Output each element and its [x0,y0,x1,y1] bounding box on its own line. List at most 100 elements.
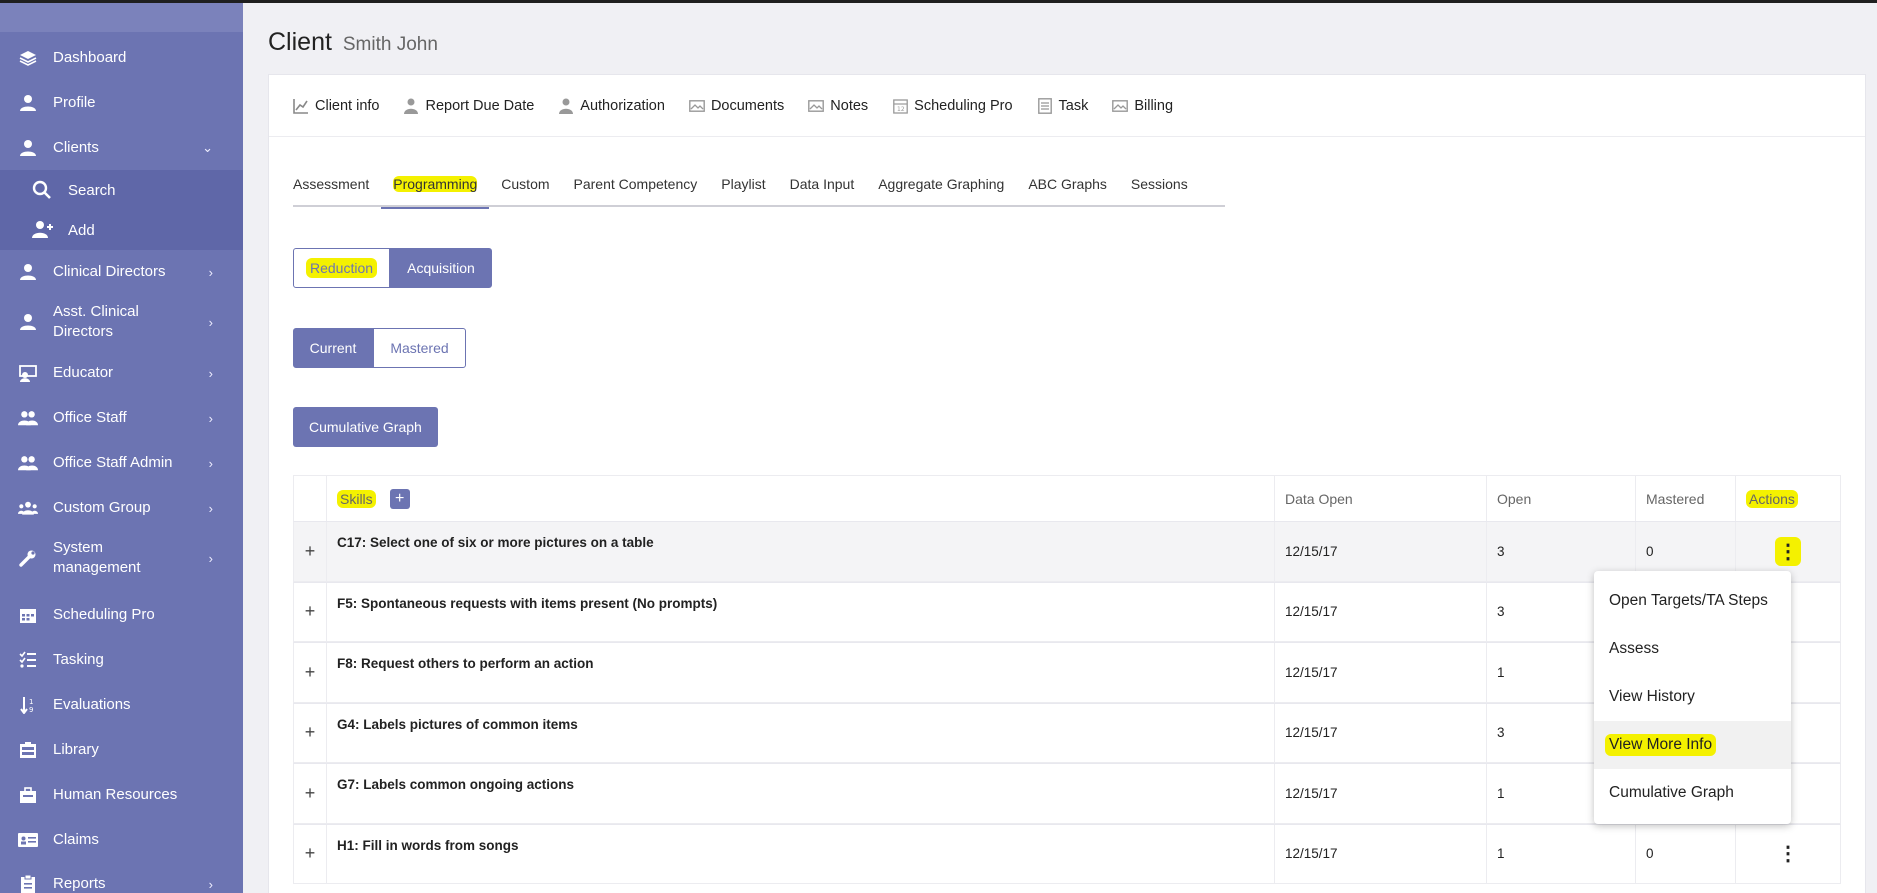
chevron-right-icon: › [208,500,213,516]
data-open-date: 12/15/17 [1275,522,1487,581]
id-card-icon [18,830,38,850]
nav-label: Billing [1134,97,1174,114]
search-icon [32,180,52,200]
current-button[interactable]: Current [293,328,373,368]
sidebar-item-dashboard[interactable]: Dashboard [0,39,243,77]
group-icon [18,498,38,518]
client-nav: Client info Report Due Date Authorizatio… [269,75,1865,137]
teacher-icon [18,363,38,383]
data-open-date: 12/15/17 [1275,643,1487,702]
more-actions-icon[interactable]: ⋮ [1736,825,1840,884]
sidebar-item-evaluations[interactable]: 19 Evaluations [0,686,243,724]
nav-task[interactable]: Task [1037,97,1088,114]
status-toggle: Current Mastered [293,328,466,368]
more-actions-icon[interactable]: ⋮ [1775,536,1801,566]
sidebar-item-office-staff[interactable]: Office Staff › [0,399,243,437]
tab-assessment[interactable]: Assessment [293,171,381,207]
header-open: Open [1487,476,1636,521]
sidebar-item-human-resources[interactable]: Human Resources [0,776,243,814]
sidebar-item-label: Office Staff Admin [53,454,173,471]
tab-abc-graphs[interactable]: ABC Graphs [1016,171,1119,207]
tab-playlist[interactable]: Playlist [709,171,777,207]
sidebar-item-profile[interactable]: Profile [0,84,243,122]
cumulative-graph-button[interactable]: Cumulative Graph [293,407,438,447]
tab-aggregate-graphing[interactable]: Aggregate Graphing [866,171,1016,207]
menu-item-assess[interactable]: Assess [1594,625,1791,673]
menu-item-label: View More Info [1605,734,1717,756]
tab-custom[interactable]: Custom [489,171,561,207]
menu-item-open-targets[interactable]: Open Targets/TA Steps [1594,577,1791,625]
sidebar-item-asst-clinical-directors[interactable]: Asst. Clinical Directors › [0,298,243,346]
data-open-date: 12/15/17 [1275,824,1487,883]
expand-row-button[interactable]: + [294,764,327,823]
nav-scheduling-pro[interactable]: 12 Scheduling Pro [892,98,1013,114]
library-icon [18,740,38,760]
sidebar-item-label: Profile [53,94,96,111]
sidebar-item-label: Human Resources [53,786,178,803]
menu-item-view-more-info[interactable]: View More Info [1594,721,1791,769]
sidebar-item-label: Tasking [53,651,104,668]
table-header: Skills + Data Open Open Mastered Actions [293,475,1841,521]
sidebar-subitem-add[interactable]: Add [0,210,243,250]
header-skills: Skills + [327,476,1275,521]
sidebar-item-clinical-directors[interactable]: Clinical Directors › [0,253,243,291]
nav-label: Notes [830,97,869,114]
header-mastered: Mastered [1636,476,1736,521]
client-name: Smith John [342,34,438,55]
expand-row-button[interactable]: + [294,582,327,641]
nav-billing[interactable]: Billing [1112,98,1173,114]
sidebar-item-label: Clients [53,139,99,156]
menu-item-cumulative-graph[interactable]: Cumulative Graph [1594,769,1791,817]
list-icon [1037,97,1053,114]
data-open-date: 12/15/17 [1275,764,1487,823]
image-icon [1112,98,1129,114]
expand-row-button[interactable]: + [294,643,327,702]
nav-authorization[interactable]: Authorization [558,98,665,114]
person-icon [558,98,574,114]
tab-parent-competency[interactable]: Parent Competency [562,171,710,207]
sidebar-item-library[interactable]: Library [0,731,243,769]
header-actions: Actions [1736,476,1840,521]
user-tie-icon [18,262,38,282]
skill-name: F8: Request others to perform an action [327,643,1275,702]
sidebar-subitem-search[interactable]: Search [0,170,243,210]
tab-sessions[interactable]: Sessions [1119,171,1200,207]
nav-report-due-date[interactable]: Report Due Date [403,98,534,114]
user-plus-icon [32,220,53,240]
expand-row-button[interactable]: + [294,522,327,581]
sidebar-item-system-management[interactable]: System management › [0,534,243,582]
tab-data-input[interactable]: Data Input [778,171,867,207]
reduction-button[interactable]: Reduction [293,248,390,288]
page-title-text: Client [268,28,332,56]
sidebar-item-label: Reports [53,875,106,892]
expand-row-button[interactable]: + [294,824,327,883]
layers-icon [18,48,38,68]
sidebar-item-label: Evaluations [53,696,131,713]
chevron-right-icon: › [208,550,213,566]
nav-documents[interactable]: Documents [689,98,784,114]
sidebar-item-custom-group[interactable]: Custom Group › [0,489,243,527]
acquisition-button[interactable]: Acquisition [390,248,492,288]
report-icon [18,874,38,893]
expand-row-button[interactable]: + [294,703,327,762]
sidebar-item-scheduling-pro[interactable]: Scheduling Pro [0,596,243,634]
chevron-right-icon: › [208,314,213,330]
svg-text:9: 9 [29,706,33,714]
sidebar-item-tasking[interactable]: Tasking [0,641,243,679]
sidebar-item-claims[interactable]: Claims [0,821,243,859]
tab-programming[interactable]: Programming [381,171,490,209]
chevron-right-icon: › [208,410,213,426]
user-icon [18,138,38,158]
mastered-button[interactable]: Mastered [373,328,466,368]
sidebar-item-clients[interactable]: Clients ⌄ [0,129,243,167]
sidebar-item-reports[interactable]: Reports › [0,866,243,893]
nav-notes[interactable]: Notes [808,98,868,114]
sidebar-subitem-label: Add [68,221,95,239]
sidebar-item-office-staff-admin[interactable]: Office Staff Admin › [0,444,243,482]
add-skill-icon[interactable]: + [389,488,410,509]
sidebar-item-educator[interactable]: Educator › [0,354,243,392]
chevron-right-icon: › [208,264,213,280]
menu-item-view-history[interactable]: View History [1594,673,1791,721]
table-row: + H1: Fill in words from songs 12/15/17 … [293,823,1841,884]
nav-client-info[interactable]: Client info [293,98,379,114]
